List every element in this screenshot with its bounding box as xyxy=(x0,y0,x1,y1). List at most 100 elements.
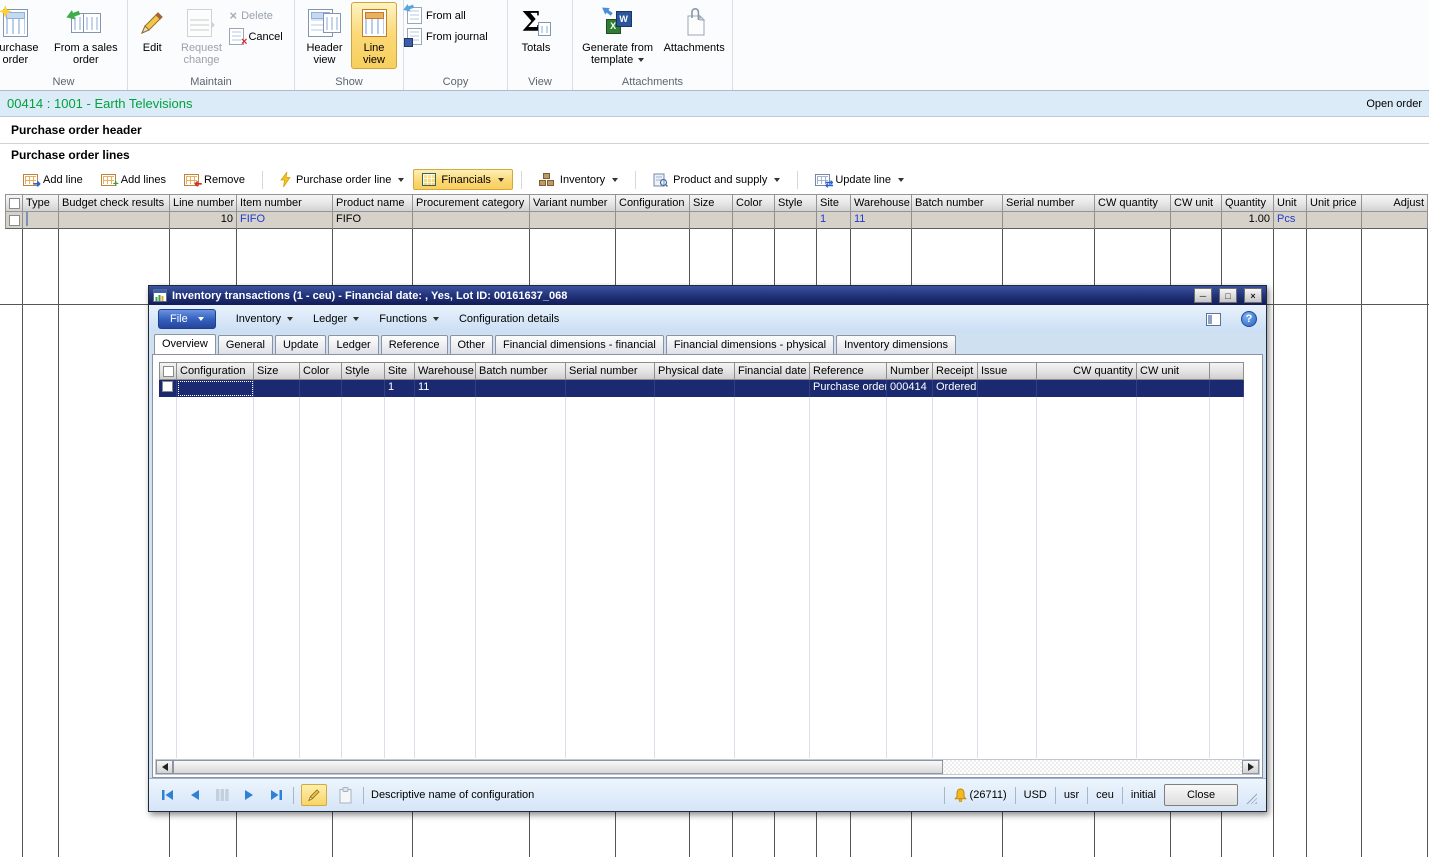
paste-record-button[interactable] xyxy=(334,785,356,805)
close-window-button[interactable]: × xyxy=(1244,288,1262,303)
column-header-type[interactable]: Type xyxy=(23,194,59,212)
column-header-cw-unit[interactable]: CW unit xyxy=(1171,194,1222,212)
cell-unit-price[interactable] xyxy=(1307,212,1362,229)
previous-record-button[interactable] xyxy=(185,786,205,804)
cell-item-number[interactable]: FIFO xyxy=(237,212,333,229)
column-header-select[interactable] xyxy=(1210,362,1244,380)
purchase-order-line-menu-button[interactable]: Purchase order line xyxy=(271,168,413,191)
cell-site[interactable]: 1 xyxy=(817,212,851,229)
cell-unit[interactable]: Pcs xyxy=(1274,212,1307,229)
purchase-order-line-row[interactable]: 10FIFOFIFO1111.00Pcs xyxy=(0,212,1429,229)
select-all-checkbox[interactable] xyxy=(163,366,174,377)
column-header-unit-price[interactable]: Unit price xyxy=(1307,194,1362,212)
financials-menu-button[interactable]: Financials xyxy=(413,169,513,190)
cell-configuration[interactable] xyxy=(616,212,690,229)
tab-inventory-dimensions[interactable]: Inventory dimensions xyxy=(836,335,956,354)
cell-select[interactable] xyxy=(159,380,177,397)
column-header-cw-unit[interactable]: CW unit xyxy=(1137,362,1210,380)
column-header-product-name[interactable]: Product name xyxy=(333,194,413,212)
column-header-size[interactable]: Size xyxy=(690,194,733,212)
totals-button[interactable]: Σ Totals xyxy=(511,2,561,57)
column-header-financial-date[interactable]: Financial date xyxy=(735,362,810,380)
column-header-receipt[interactable]: Receipt xyxy=(933,362,978,380)
product-and-supply-menu-button[interactable]: Product and supply xyxy=(644,169,789,191)
status-partition[interactable]: initial xyxy=(1131,789,1156,801)
generate-from-template-button[interactable]: X W Generate from template xyxy=(576,2,659,69)
cell-warehouse[interactable]: 11 xyxy=(851,212,912,229)
help-icon[interactable]: ? xyxy=(1241,311,1257,327)
from-all-button[interactable]: From all xyxy=(407,5,488,26)
header-view-button[interactable]: Header view xyxy=(298,2,351,69)
column-header-cw-quantity[interactable]: CW quantity xyxy=(1037,362,1137,380)
select-all-checkbox[interactable] xyxy=(9,198,20,209)
inventory-menu[interactable]: Inventory xyxy=(236,313,293,325)
layout-icon[interactable] xyxy=(1206,313,1221,326)
cell-quantity[interactable]: 1.00 xyxy=(1222,212,1274,229)
column-header-style[interactable]: Style xyxy=(342,362,385,380)
maximize-button[interactable]: □ xyxy=(1219,288,1237,303)
cell-batch-number[interactable] xyxy=(476,380,566,397)
column-header-serial-number[interactable]: Serial number xyxy=(566,362,655,380)
attachments-button[interactable]: Attachments xyxy=(659,2,729,57)
from-sales-order-button[interactable]: From a sales order xyxy=(48,2,124,69)
cell-site[interactable]: 1 xyxy=(385,380,415,397)
cell-cw-quantity[interactable] xyxy=(1095,212,1171,229)
delete-button[interactable]: × Delete xyxy=(229,5,291,26)
from-journal-button[interactable]: From journal xyxy=(407,26,488,47)
cell-budget-check-results[interactable] xyxy=(59,212,170,229)
cell-color[interactable] xyxy=(733,212,775,229)
edit-record-button[interactable] xyxy=(301,784,327,806)
cell-color[interactable] xyxy=(300,380,342,397)
scroll-right-button[interactable] xyxy=(1242,760,1259,774)
column-header-procurement-category[interactable]: Procurement category xyxy=(413,194,530,212)
remove-button[interactable]: ➜ Remove xyxy=(175,170,254,190)
resize-grip[interactable] xyxy=(1246,793,1257,804)
next-record-button[interactable] xyxy=(239,786,259,804)
file-menu[interactable]: File xyxy=(158,309,216,329)
column-header-physical-date[interactable]: Physical date xyxy=(655,362,735,380)
cell-variant-number[interactable] xyxy=(530,212,616,229)
column-header-unit[interactable]: Unit xyxy=(1274,194,1307,212)
add-lines-button[interactable]: + Add lines xyxy=(92,170,175,190)
status-company[interactable]: ceu xyxy=(1096,789,1114,801)
scroll-left-button[interactable] xyxy=(156,760,173,774)
column-header-select[interactable] xyxy=(5,194,23,212)
cell-cw-quantity[interactable] xyxy=(1037,380,1137,397)
cell-cw-unit[interactable] xyxy=(1171,212,1222,229)
column-header-warehouse[interactable]: Warehouse xyxy=(851,194,912,212)
line-view-button[interactable]: Line view xyxy=(351,2,397,69)
configuration-details-menu[interactable]: Configuration details xyxy=(459,313,559,325)
column-header-issue[interactable]: Issue xyxy=(978,362,1037,380)
column-header-batch-number[interactable]: Batch number xyxy=(912,194,1003,212)
section-purchase-order-header[interactable]: Purchase order header xyxy=(0,116,1429,144)
cell-type[interactable] xyxy=(23,212,59,229)
column-header-configuration[interactable]: Configuration xyxy=(177,362,254,380)
cell-serial-number[interactable] xyxy=(1003,212,1095,229)
tab-financial-dimensions-financial[interactable]: Financial dimensions - financial xyxy=(495,335,664,354)
update-line-menu-button[interactable]: ⇄ Update line xyxy=(806,170,913,190)
purchase-order-button[interactable]: Purchase order xyxy=(0,2,48,69)
column-header-serial-number[interactable]: Serial number xyxy=(1003,194,1095,212)
column-header-site[interactable]: Site xyxy=(385,362,415,380)
scrollbar-track[interactable] xyxy=(943,760,1242,774)
column-header-cw-quantity[interactable]: CW quantity xyxy=(1095,194,1171,212)
column-header-warehouse[interactable]: Warehouse xyxy=(415,362,476,380)
cell-number[interactable]: 000414 xyxy=(887,380,933,397)
alerts-button[interactable]: (26711) xyxy=(953,788,1007,803)
column-header-site[interactable]: Site xyxy=(817,194,851,212)
inventory-menu-button[interactable]: Inventory xyxy=(530,169,627,191)
column-header-reference[interactable]: Reference xyxy=(810,362,887,380)
status-currency[interactable]: USD xyxy=(1024,789,1047,801)
cell-serial-number[interactable] xyxy=(566,380,655,397)
tab-other[interactable]: Other xyxy=(450,335,494,354)
tab-reference[interactable]: Reference xyxy=(381,335,448,354)
cell-select[interactable] xyxy=(1210,380,1244,397)
tab-ledger[interactable]: Ledger xyxy=(328,335,378,354)
cell-size[interactable] xyxy=(254,380,300,397)
cell-cw-unit[interactable] xyxy=(1137,380,1210,397)
tab-overview[interactable]: Overview xyxy=(154,334,216,354)
cell-style[interactable] xyxy=(775,212,817,229)
column-header-quantity[interactable]: Quantity xyxy=(1222,194,1274,212)
column-header-variant-number[interactable]: Variant number xyxy=(530,194,616,212)
grid-view-button[interactable] xyxy=(212,786,232,804)
